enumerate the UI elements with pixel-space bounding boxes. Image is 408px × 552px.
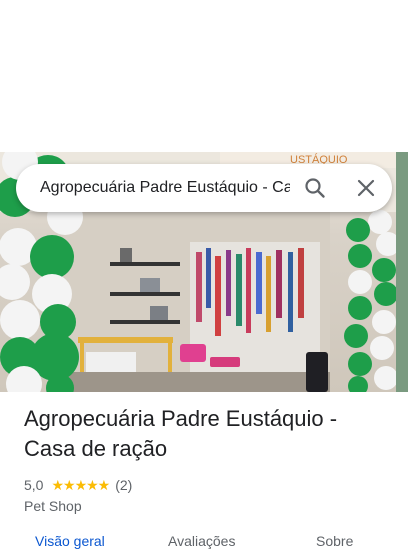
- tab-overview[interactable]: Visão geral: [35, 533, 105, 549]
- close-icon: [357, 179, 375, 197]
- review-count[interactable]: (2): [115, 477, 132, 493]
- search-button[interactable]: [303, 176, 327, 200]
- place-title: Agropecuária Padre Eustáquio - Casa de r…: [24, 406, 338, 461]
- tab-reviews[interactable]: Avaliações: [168, 533, 235, 549]
- search-bar[interactable]: Agropecuária Padre Eustáquio - Casa de r…: [16, 164, 392, 212]
- rating-row[interactable]: 5,0 ★★★★★ (2): [24, 476, 384, 494]
- search-icon: [305, 178, 325, 198]
- place-category[interactable]: Pet Shop: [24, 498, 384, 516]
- place-info: Agropecuária Padre Eustáquio - Casa de r…: [24, 404, 384, 516]
- tab-bar: Visão geral Avaliações Sobre: [0, 528, 408, 552]
- close-button[interactable]: [354, 176, 378, 200]
- rating-value: 5,0: [24, 477, 44, 493]
- search-input[interactable]: Agropecuária Padre Eustáquio - Casa de r…: [40, 164, 290, 212]
- tab-about[interactable]: Sobre: [316, 533, 353, 549]
- star-rating-icon: ★★★★★: [51, 476, 110, 493]
